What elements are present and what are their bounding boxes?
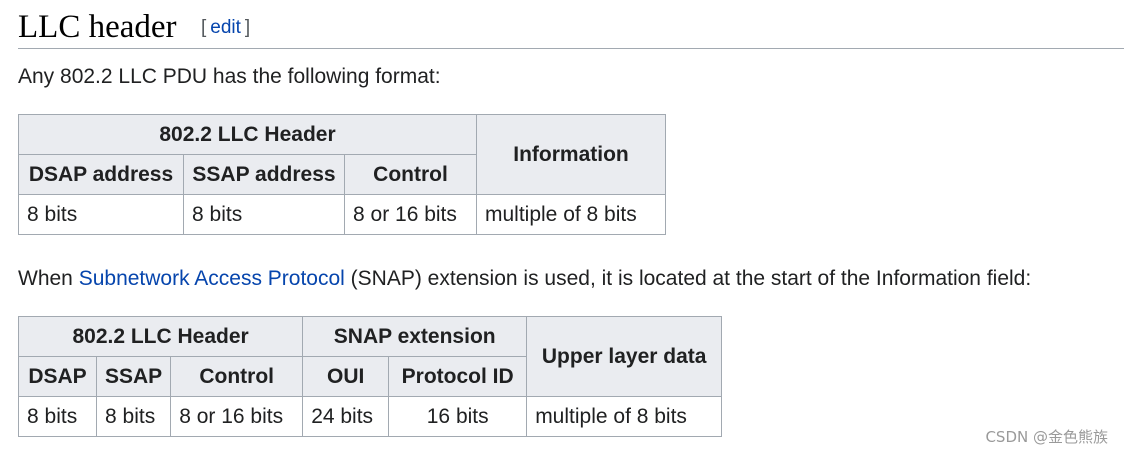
intro-paragraph-2: When Subnetwork Access Protocol (SNAP) e… [18,265,1031,293]
intro2-before: When [18,267,79,290]
edit-bracket-close: ] [244,17,251,38]
cell-dsap-bits: 8 bits [18,194,184,235]
header-control: Control [344,154,477,195]
cell-control-bits-2: 8 or 16 bits [170,396,304,437]
snap-link[interactable]: Subnetwork Access Protocol [79,267,345,290]
intro-paragraph-1: Any 802.2 LLC PDU has the following form… [18,65,441,88]
header-upper-layer: Upper layer data [526,316,723,397]
header-ssap: SSAP [95,356,172,397]
header-ssap-address: SSAP address [183,154,345,195]
header-oui: OUI [302,356,390,397]
llc-format-table: 802.2 LLC Header Information DSAP addres… [18,114,666,235]
cell-protocol-id-bits: 16 bits [388,396,528,437]
table-row: 8 bits 8 bits 8 or 16 bits 24 bits 16 bi… [18,396,723,437]
edit-link[interactable]: edit [210,17,241,38]
header-protocol-id: Protocol ID [388,356,528,397]
section-title: LLC header [18,9,177,45]
cell-ssap-bits: 8 bits [183,194,345,235]
header-llc: 802.2 LLC Header [18,114,477,155]
section-heading: LLC header [edit] [18,6,1124,49]
edit-bracket-open: [ [200,17,207,38]
header-information: Information [476,114,666,195]
cell-ssap-bits-2: 8 bits [95,396,172,437]
cell-dsap-bits-2: 8 bits [18,396,97,437]
header-snap: SNAP extension [302,316,528,357]
cell-control-bits: 8 or 16 bits [344,194,477,235]
intro2-after: (SNAP) extension is used, it is located … [344,267,1032,290]
table-row: 8 bits 8 bits 8 or 16 bits multiple of 8… [18,194,666,235]
header-control-2: Control [170,356,304,397]
header-dsap: DSAP [18,356,97,397]
cell-information-bits: multiple of 8 bits [476,194,666,235]
snap-format-table: 802.2 LLC Header SNAP extension Upper la… [17,316,723,437]
watermark: CSDN @金色熊族 [985,428,1108,446]
header-dsap-address: DSAP address [18,154,184,195]
cell-upper-layer-bits: multiple of 8 bits [526,396,723,437]
edit-section: [edit] [201,17,250,39]
header-llc-2: 802.2 LLC Header [17,316,304,357]
cell-oui-bits: 24 bits [302,396,390,437]
